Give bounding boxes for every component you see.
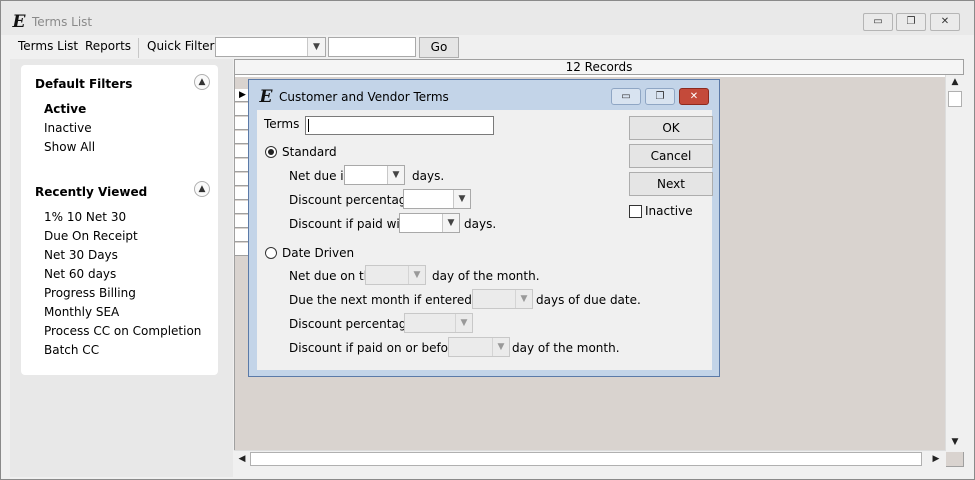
inactive-checkbox[interactable] <box>629 205 642 218</box>
chevron-down-icon: ▼ <box>455 314 472 332</box>
terms-label: Terms <box>264 117 300 131</box>
collapse-recently-viewed-icon[interactable]: ▲ <box>194 181 210 197</box>
window-title-bar: E Terms List ▭ ❐ ✕ <box>1 1 974 35</box>
discount-days-dropdown[interactable]: ▼ <box>399 213 460 233</box>
menu-bar: Terms List Reports Quick Filter ▼ Go <box>1 37 974 59</box>
dialog-title: Customer and Vendor Terms <box>279 90 449 104</box>
chevron-down-icon: ▼ <box>387 166 404 184</box>
discount-on-or-before-dropdown[interactable]: ▼ <box>448 337 510 357</box>
net-due-in-label: Net due in <box>289 169 352 183</box>
date-driven-radio[interactable] <box>265 247 277 259</box>
quick-filter-dropdown[interactable]: ▼ <box>215 37 326 57</box>
days-of-due-date-label: days of due date. <box>536 293 641 307</box>
records-count: 12 Records <box>235 60 963 75</box>
chevron-down-icon: ▼ <box>515 290 532 308</box>
dd-discount-percentage-dropdown[interactable]: ▼ <box>404 313 473 333</box>
dialog-restore-button[interactable]: ❐ <box>645 88 675 105</box>
net-due-in-dropdown[interactable]: ▼ <box>344 165 405 185</box>
dd-day-of-month-label: day of the month. <box>512 341 620 355</box>
restore-button[interactable]: ❐ <box>896 13 926 31</box>
discount-days-label: days. <box>464 217 497 231</box>
scroll-down-icon[interactable]: ▼ <box>947 437 963 447</box>
filter-item-inactive[interactable]: Inactive <box>44 121 92 135</box>
quick-filter-input[interactable] <box>328 37 416 57</box>
scroll-thumb[interactable] <box>948 91 962 107</box>
horizontal-scrollbar[interactable]: ◀ ▶ <box>234 450 946 468</box>
discount-percentage-dropdown[interactable]: ▼ <box>403 189 471 209</box>
dialog-close-button[interactable]: ✕ <box>679 88 709 105</box>
recent-item[interactable]: Progress Billing <box>44 286 136 300</box>
dialog-minimize-button[interactable]: ▭ <box>611 88 641 105</box>
filter-item-active[interactable]: Active <box>44 102 86 116</box>
quick-filter-label: Quick Filter <box>147 39 215 53</box>
default-filters-title: Default Filters <box>35 77 133 91</box>
filter-item-show-all[interactable]: Show All <box>44 140 95 154</box>
scroll-left-icon[interactable]: ◀ <box>234 454 250 464</box>
ok-button[interactable]: OK <box>629 116 713 140</box>
go-button[interactable]: Go <box>419 37 459 58</box>
scroll-right-icon[interactable]: ▶ <box>928 454 944 464</box>
recent-item[interactable]: Batch CC <box>44 343 99 357</box>
terms-input[interactable] <box>305 116 494 135</box>
column-header <box>235 75 945 77</box>
chevron-down-icon: ▼ <box>408 266 425 284</box>
recent-item[interactable]: Net 60 days <box>44 267 116 281</box>
chevron-down-icon: ▼ <box>492 338 509 356</box>
cancel-button[interactable]: Cancel <box>629 144 713 168</box>
net-due-days-label: days. <box>412 169 445 183</box>
day-of-month-label: day of the month. <box>432 269 540 283</box>
scroll-up-icon[interactable]: ▲ <box>947 77 963 87</box>
chevron-down-icon: ▼ <box>453 190 470 208</box>
inactive-label: Inactive <box>645 204 693 218</box>
recent-item[interactable]: Process CC on Completion <box>44 324 201 338</box>
vertical-scrollbar[interactable]: ▲ ▼ <box>945 75 964 452</box>
recent-item[interactable]: Due On Receipt <box>44 229 138 243</box>
customer-vendor-terms-dialog: E Customer and Vendor Terms ▭ ❐ ✕ Terms … <box>248 79 720 377</box>
dialog-logo-icon: E <box>259 87 273 107</box>
recent-item[interactable]: Net 30 Days <box>44 248 118 262</box>
collapse-default-filters-icon[interactable]: ▲ <box>194 74 210 90</box>
next-button[interactable]: Next <box>629 172 713 196</box>
chevron-down-icon: ▼ <box>307 38 325 56</box>
menu-reports[interactable]: Reports <box>85 39 131 53</box>
window-title: Terms List <box>32 15 93 29</box>
chevron-down-icon: ▼ <box>442 214 459 232</box>
recent-item[interactable]: 1% 10 Net 30 <box>44 210 126 224</box>
recent-item[interactable]: Monthly SEA <box>44 305 119 319</box>
due-next-month-dropdown[interactable]: ▼ <box>472 289 533 309</box>
standard-radio[interactable] <box>265 146 277 158</box>
standard-label[interactable]: Standard <box>282 145 337 159</box>
menu-terms-list[interactable]: Terms List <box>18 39 78 53</box>
app-logo-icon: E <box>12 12 26 32</box>
minimize-button[interactable]: ▭ <box>863 13 893 31</box>
recently-viewed-title: Recently Viewed <box>35 185 148 199</box>
close-button[interactable]: ✕ <box>930 13 960 31</box>
net-due-day-dropdown[interactable]: ▼ <box>365 265 426 285</box>
terms-list-window: E Terms List ▭ ❐ ✕ Terms List Reports Qu… <box>0 0 975 480</box>
hscroll-thumb[interactable] <box>250 452 922 466</box>
date-driven-label[interactable]: Date Driven <box>282 246 354 260</box>
text-cursor <box>308 119 309 132</box>
filter-card: Default Filters ▲ Active Inactive Show A… <box>21 65 218 375</box>
menu-separator <box>138 38 139 58</box>
left-filter-panel: Default Filters ▲ Active Inactive Show A… <box>10 59 233 477</box>
